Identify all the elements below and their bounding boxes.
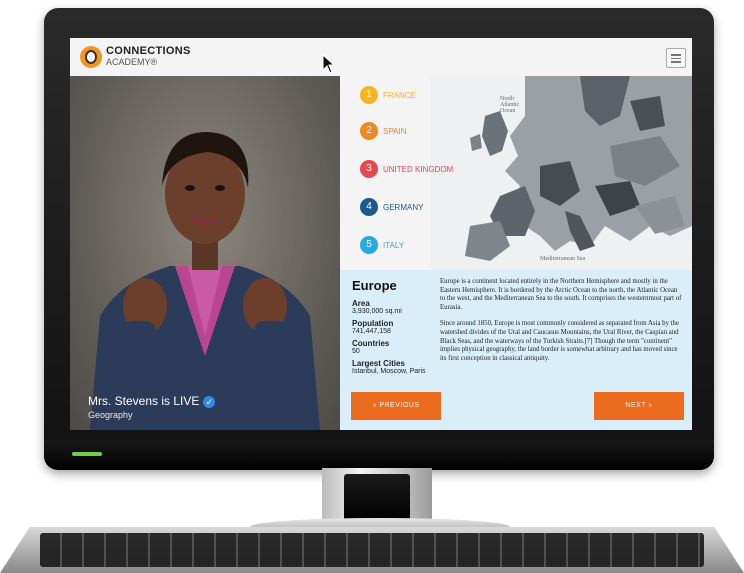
country-item-2[interactable]: 2 SPAIN [360, 122, 406, 142]
countries-label: Countries [352, 339, 390, 348]
logo[interactable]: CONNECTIONS ACADEMY® [106, 46, 191, 68]
country-num-5: 5 [360, 236, 378, 254]
stats-list: Area 3,930,000 sq.mi Population 741,447,… [352, 296, 432, 376]
country-item-3[interactable]: 3 UNITED KINGDOM [360, 160, 453, 180]
live-label: Mrs. Stevens is LIVE [88, 394, 200, 408]
country-num-4: 4 [360, 198, 378, 216]
presenter-image [90, 131, 320, 430]
country-item-4[interactable]: 4 GERMANY [360, 198, 423, 218]
video-panel[interactable]: Mrs. Stevens is LIVE ✓ Geography [70, 76, 340, 430]
country-name-2: SPAIN [383, 126, 407, 136]
info-title: Europe [352, 278, 397, 293]
top-bar: CONNECTIONS ACADEMY® [70, 38, 692, 77]
menu-icon-bar [671, 61, 681, 63]
description: Europe is a continent located entirely i… [440, 278, 684, 371]
europe-map[interactable]: North Atlantic Ocean Mediterranean Sea 1… [340, 76, 692, 270]
countries-value: 50 [352, 348, 360, 355]
cities-value: Istanbul, Moscow, Paris [352, 368, 426, 375]
power-light [72, 452, 102, 456]
keyboard [0, 527, 744, 573]
menu-icon-bar [671, 57, 681, 59]
area-value: 3,930,000 sq.mi [352, 308, 402, 315]
country-item-1[interactable]: 1 FRANCE [360, 86, 416, 106]
description-paragraph-2: Since around 1850, Europe is most common… [440, 320, 679, 362]
app-screen: CONNECTIONS ACADEMY® Mrs. Stevens is LIV… [70, 38, 692, 430]
sea-label: Mediterranean Sea [540, 256, 586, 262]
logo-icon [80, 46, 102, 68]
country-name-1: FRANCE [383, 90, 416, 100]
cities-label: Largest Cities [352, 359, 405, 368]
monitor-bezel [44, 440, 714, 470]
country-num-3: 3 [360, 160, 378, 178]
country-name-3: UNITED KINGDOM [383, 164, 454, 174]
map-graphic [430, 76, 692, 270]
video-subtitle: Geography [88, 410, 133, 420]
keyboard-keys [40, 533, 704, 567]
country-name-4: GERMANY [383, 202, 424, 212]
ocean-label: North Atlantic Ocean [500, 96, 520, 114]
description-paragraph-1: Europe is a continent located entirely i… [440, 278, 682, 311]
menu-icon-bar [671, 54, 681, 56]
area-label: Area [352, 299, 370, 308]
live-indicator: Mrs. Stevens is LIVE ✓ [88, 394, 216, 408]
mouse-cursor-icon [322, 54, 336, 74]
info-panel: Europe Area 3,930,000 sq.mi Population 7… [340, 270, 692, 430]
previous-button[interactable]: « PREVIOUS [351, 392, 441, 420]
logo-line2: ACADEMY® [106, 57, 158, 67]
country-item-5[interactable]: 5 ITALY [360, 236, 404, 256]
population-value: 741,447,158 [352, 328, 391, 335]
country-name-5: ITALY [383, 240, 405, 250]
logo-line1: CONNECTIONS [106, 45, 191, 57]
check-badge-icon: ✓ [203, 395, 216, 408]
hamburger-menu-button[interactable] [666, 48, 686, 68]
next-button[interactable]: NEXT » [594, 392, 684, 420]
country-num-2: 2 [360, 122, 378, 140]
population-label: Population [352, 319, 394, 328]
country-num-1: 1 [360, 86, 378, 104]
